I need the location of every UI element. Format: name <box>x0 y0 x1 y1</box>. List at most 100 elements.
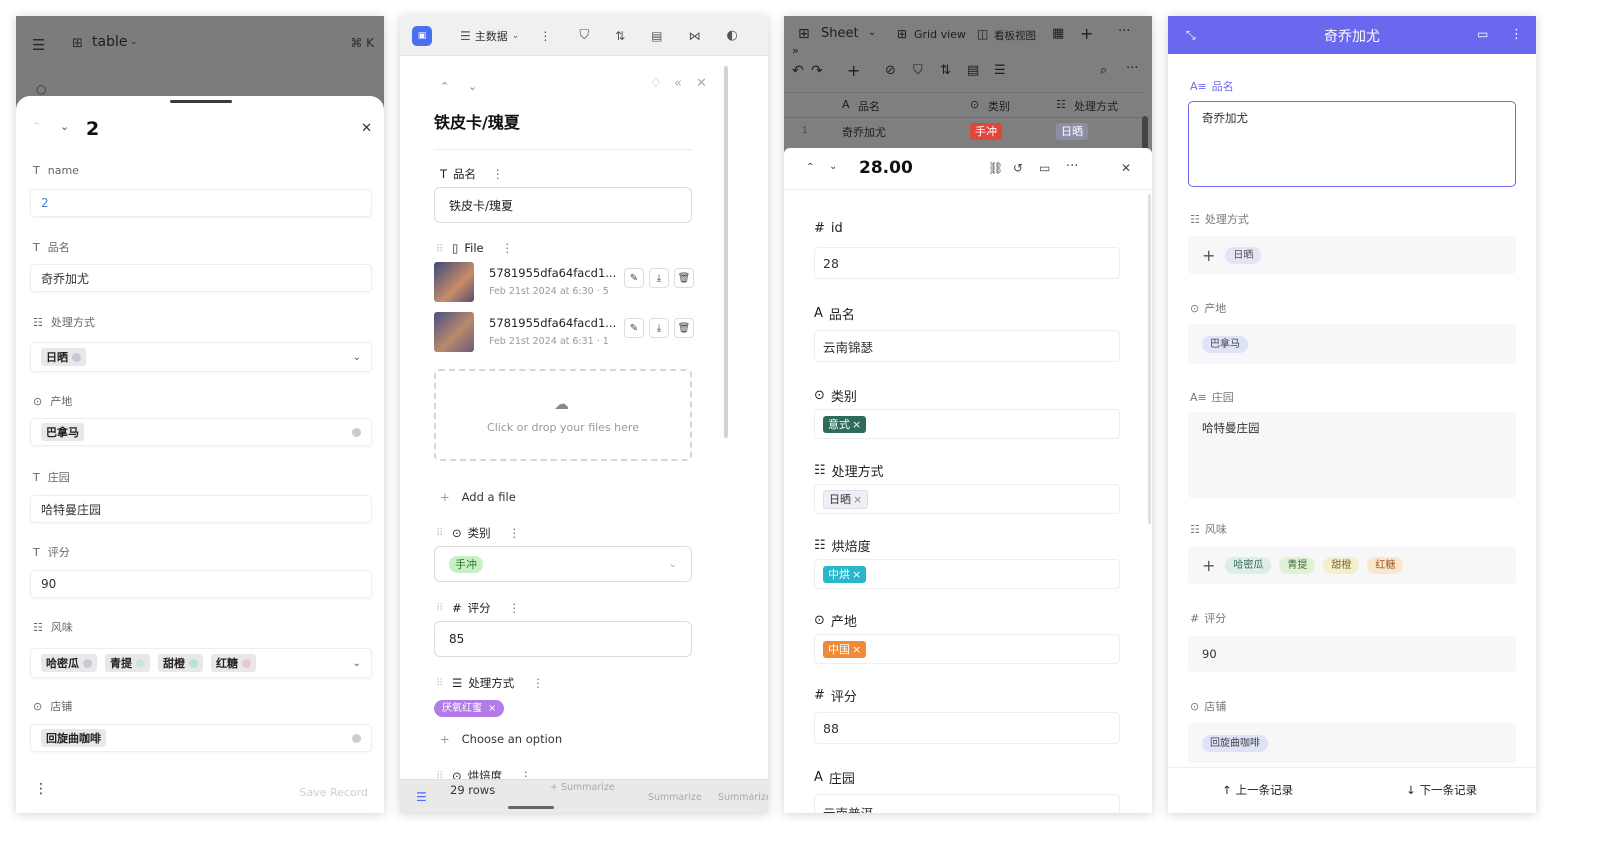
flavor-select[interactable]: 哈密瓜 青提 甜橙 红糖 ⌄ <box>30 648 372 678</box>
drag-handle-icon[interactable]: ⠿ <box>436 678 443 689</box>
chevron-down-icon[interactable]: ⌄ <box>353 352 361 363</box>
cell-name[interactable]: 奇乔加尤 <box>842 124 886 140</box>
chevron-up-icon[interactable]: ⌃ <box>32 120 41 133</box>
process-select[interactable]: 日晒 × <box>814 484 1120 514</box>
filter-icon[interactable]: ⛉ <box>913 63 923 78</box>
score-input[interactable]: 90 <box>1188 636 1516 672</box>
remove-icon[interactable] <box>189 658 198 668</box>
pinming-input[interactable]: 奇乔加尤 <box>30 264 372 292</box>
category-select[interactable]: 手冲 ⌄ <box>434 546 692 582</box>
save-icon[interactable]: ▤ <box>651 29 662 43</box>
remove-icon[interactable]: × <box>852 568 861 581</box>
group-icon[interactable]: ▤ <box>967 63 979 78</box>
hide-fields-icon[interactable]: ⊘ <box>885 63 896 78</box>
remove-icon[interactable] <box>83 658 92 668</box>
id-input[interactable]: 28 <box>814 247 1120 279</box>
view-name[interactable]: 主数据 <box>475 28 508 44</box>
clear-icon[interactable] <box>352 733 361 743</box>
chevron-down-icon[interactable]: ⌄ <box>512 31 520 41</box>
collapse-icon[interactable]: « <box>674 76 682 91</box>
more-icon[interactable]: ⋮ <box>509 526 521 540</box>
share-icon[interactable]: ⋈ <box>688 29 700 43</box>
file-dropzone[interactable]: ☁ Click or drop your files here <box>434 369 692 461</box>
add-view-icon[interactable]: + <box>1080 24 1093 43</box>
scrollbar[interactable] <box>724 66 728 438</box>
next-record-button[interactable]: ↓ 下一条记录 <box>1406 782 1477 798</box>
close-icon[interactable]: ✕ <box>361 121 372 136</box>
shop-link[interactable]: 回旋曲咖啡 <box>30 724 372 752</box>
chevron-down-icon[interactable]: ⌄ <box>468 80 477 93</box>
origin-link[interactable]: 巴拿马 <box>30 418 372 446</box>
comment-icon[interactable]: ▭ <box>1039 161 1050 175</box>
table-icon[interactable]: ▦ <box>1052 26 1064 41</box>
process-select[interactable]: + 日晒 <box>1188 236 1516 274</box>
remove-icon[interactable]: × <box>852 643 861 656</box>
remove-icon[interactable]: × <box>852 418 861 431</box>
row-height-icon[interactable]: ☰ <box>994 63 1006 78</box>
name-input[interactable]: 2 <box>30 189 372 217</box>
more-icon[interactable]: ⋮ <box>509 601 521 615</box>
estate-input[interactable]: 哈特曼庄园 <box>30 495 372 523</box>
file-item[interactable]: 5781955dfa64facd1... Feb 21st 2024 at 6:… <box>434 262 694 304</box>
filter-icon[interactable]: ⛉ <box>579 28 589 43</box>
more-icon[interactable]: ⋮ <box>34 781 48 797</box>
more-icon[interactable]: ⋮ <box>1510 27 1523 42</box>
summarize-button[interactable]: Summarize <box>648 792 702 803</box>
close-icon[interactable]: ✕ <box>1121 161 1131 175</box>
link-icon[interactable]: ⛓ <box>988 161 1003 175</box>
shop-link[interactable]: 回旋曲咖啡 <box>1188 723 1516 763</box>
chevron-down-icon[interactable]: ⌄ <box>130 37 138 47</box>
chevron-down-icon[interactable]: ⌄ <box>669 559 677 570</box>
redo-icon[interactable]: ↷ <box>811 63 823 79</box>
chevron-down-icon[interactable]: ⌄ <box>829 161 837 172</box>
score-input[interactable]: 85 <box>434 621 692 657</box>
sheet-name[interactable]: Sheet <box>821 26 859 41</box>
list-icon[interactable]: ☰ <box>416 790 427 804</box>
origin-select[interactable]: 中国 × <box>814 634 1120 664</box>
more-icon[interactable]: ··· <box>1118 24 1130 39</box>
edit-icon[interactable]: ✎ <box>624 318 644 338</box>
chevron-down-icon[interactable]: ⌄ <box>353 658 361 669</box>
summarize-button[interactable]: + Summarize <box>550 782 615 793</box>
file-name[interactable]: 5781955dfa64facd1... <box>489 316 616 330</box>
prev-record-button[interactable]: ↑ 上一条记录 <box>1222 782 1293 798</box>
roast-select[interactable]: 中烘 × <box>814 559 1120 589</box>
save-record-button[interactable]: Save Record <box>299 786 368 799</box>
drag-handle-icon[interactable]: ⠿ <box>436 528 443 539</box>
grid-scrollbar[interactable] <box>1142 116 1148 152</box>
drag-handle[interactable] <box>170 100 232 103</box>
bell-icon[interactable]: ♢ <box>650 76 662 91</box>
cell-category[interactable]: 手冲 <box>970 123 1002 140</box>
remove-icon[interactable] <box>136 658 145 668</box>
record-scrollbar[interactable] <box>1148 194 1151 524</box>
comment-icon[interactable]: ▭ <box>1477 27 1488 41</box>
file-thumbnail[interactable] <box>434 262 474 302</box>
app-logo-icon[interactable]: ▣ <box>412 25 432 46</box>
expand-icon[interactable]: » <box>792 44 799 57</box>
more-icon[interactable]: ··· <box>1126 61 1138 76</box>
delete-icon[interactable]: 🗑 <box>674 318 694 338</box>
column-header[interactable]: 类别 <box>988 98 1010 114</box>
download-icon[interactable]: ⤓ <box>649 318 669 338</box>
more-icon[interactable]: ··· <box>1066 159 1078 174</box>
column-header[interactable]: 品名 <box>858 98 880 114</box>
estate-textarea[interactable]: 哈特曼庄园 <box>1188 412 1516 498</box>
column-header[interactable]: 处理方式 <box>1074 98 1118 114</box>
drag-handle-icon[interactable]: ⠿ <box>436 603 443 614</box>
delete-icon[interactable]: 🗑 <box>674 268 694 288</box>
chevron-down-icon[interactable]: ⌄ <box>868 27 876 38</box>
chevron-down-icon[interactable]: ⌄ <box>60 120 69 133</box>
remove-icon[interactable]: × <box>853 493 862 506</box>
file-thumbnail[interactable] <box>434 312 474 352</box>
choose-option-button[interactable]: + Choose an option <box>440 732 562 746</box>
file-item[interactable]: 5781955dfa64facd1... Feb 21st 2024 at 6:… <box>434 312 694 354</box>
plus-icon[interactable]: + <box>1202 246 1215 265</box>
remove-icon[interactable] <box>72 352 81 362</box>
more-icon[interactable]: ⋮ <box>492 167 504 181</box>
grid-row[interactable]: 1 奇乔加尤 手冲 日晒 <box>784 119 1144 145</box>
search-icon[interactable]: ⌕ <box>1100 63 1107 78</box>
close-icon[interactable]: ✕ <box>696 76 707 91</box>
sort-icon[interactable]: ⇅ <box>940 63 951 78</box>
more-icon[interactable]: ⋮ <box>532 676 544 690</box>
history-icon[interactable]: ↺ <box>1013 161 1023 175</box>
